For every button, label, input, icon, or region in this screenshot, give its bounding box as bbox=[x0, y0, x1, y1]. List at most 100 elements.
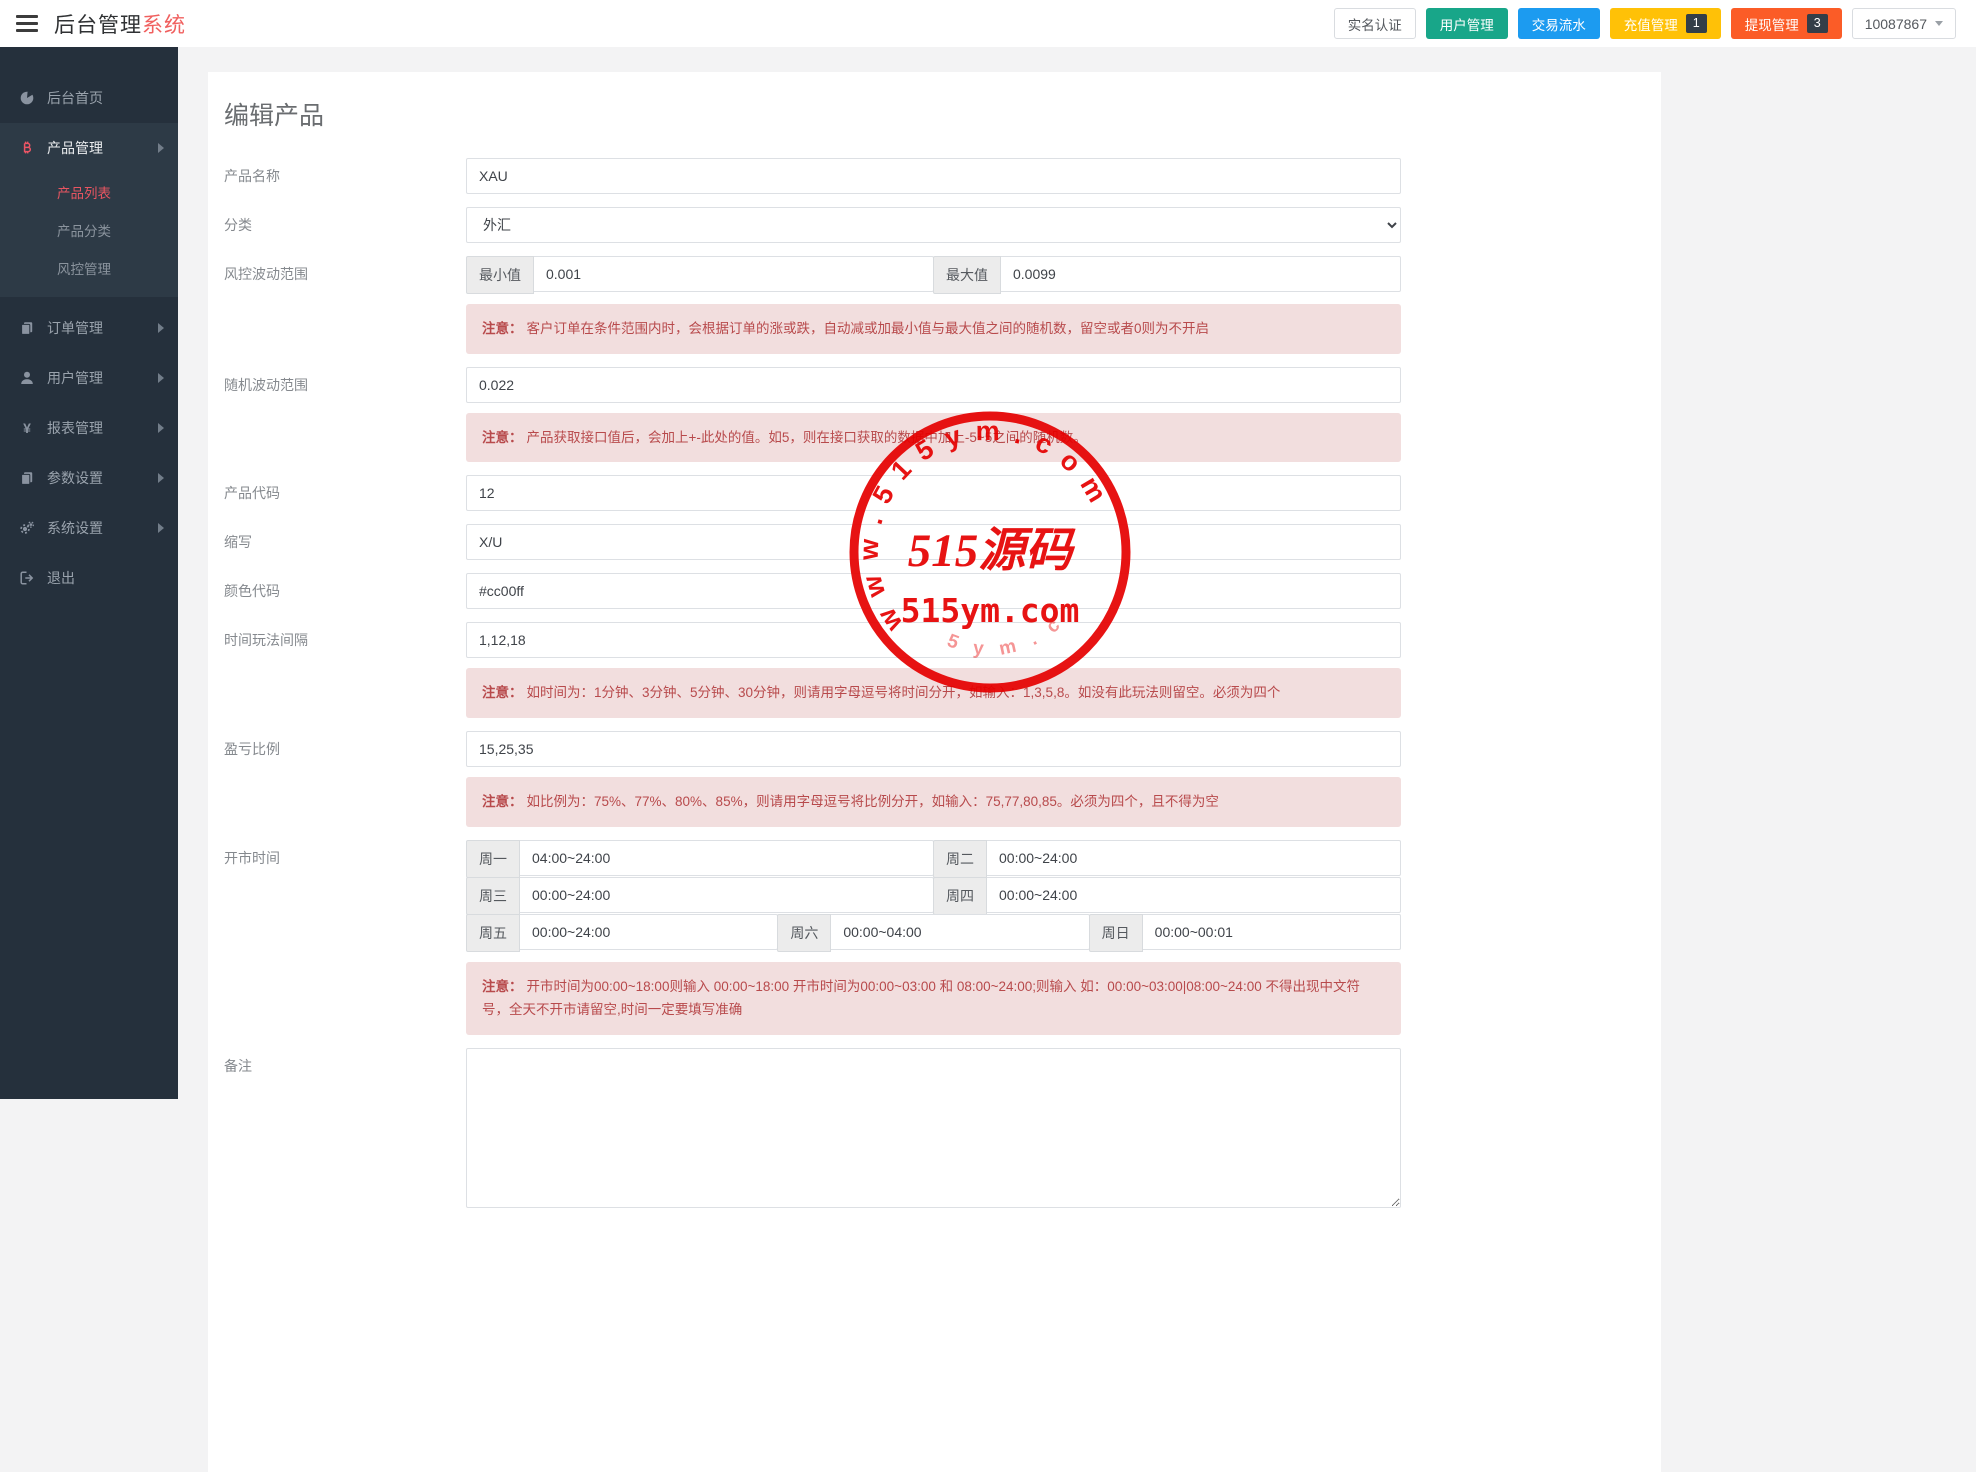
saturday-hours-input[interactable] bbox=[831, 914, 1089, 950]
risk-max-input[interactable] bbox=[1001, 256, 1401, 292]
note-prefix: 注意： bbox=[482, 321, 523, 336]
time-play-note: 注意： 如时间为：1分钟、3分钟、5分钟、30分钟，则请用字母逗号将时间分开，如输… bbox=[466, 668, 1401, 718]
note-text: 如时间为：1分钟、3分钟、5分钟、30分钟，则请用字母逗号将时间分开，如输入：1… bbox=[527, 685, 1281, 700]
profit-ratio-input[interactable] bbox=[466, 731, 1401, 767]
user-icon bbox=[19, 370, 35, 386]
risk-min-input[interactable] bbox=[534, 256, 934, 292]
form-row-color-code: 颜色代码 bbox=[224, 573, 1661, 609]
field-label: 缩写 bbox=[224, 524, 466, 560]
account-dropdown[interactable]: 10087867 bbox=[1852, 8, 1956, 39]
field-label: 时间玩法间隔 bbox=[224, 622, 466, 718]
recharge-manage-button[interactable]: 充值管理 1 bbox=[1610, 8, 1721, 39]
chevron-down-icon bbox=[1935, 21, 1943, 26]
profit-ratio-note: 注意： 如比例为：75%、77%、80%、85%，则请用字母逗号将比例分开，如输入… bbox=[466, 777, 1401, 827]
sidebar-item-label: 产品管理 bbox=[47, 138, 103, 158]
thursday-hours-input[interactable] bbox=[987, 877, 1401, 913]
form-row-random-range: 随机波动范围 注意：产品获取接口值后，会加上+-此处的值。如5，则在接口获取的数… bbox=[224, 367, 1661, 463]
random-range-input[interactable] bbox=[466, 367, 1401, 403]
sunday-hours-input[interactable] bbox=[1143, 914, 1401, 950]
max-addon: 最大值 bbox=[933, 256, 1001, 294]
product-code-input[interactable] bbox=[466, 475, 1401, 511]
orders-icon bbox=[19, 320, 35, 336]
form-row-abbr: 缩写 bbox=[224, 524, 1661, 560]
trade-flow-button[interactable]: 交易流水 bbox=[1518, 8, 1600, 39]
sidebar-item-system[interactable]: 系统设置 bbox=[0, 503, 178, 553]
day-addon-thursday: 周四 bbox=[933, 877, 987, 915]
sidebar-item-users[interactable]: 用户管理 bbox=[0, 353, 178, 403]
withdraw-manage-button[interactable]: 提现管理 3 bbox=[1731, 8, 1842, 39]
chevron-right-icon bbox=[158, 143, 164, 153]
sidebar-item-label: 报表管理 bbox=[47, 418, 103, 438]
user-manage-button[interactable]: 用户管理 bbox=[1426, 8, 1508, 39]
dashboard-icon bbox=[19, 90, 35, 106]
params-icon bbox=[19, 470, 35, 486]
chevron-right-icon bbox=[158, 423, 164, 433]
sidebar-item-label: 系统设置 bbox=[47, 518, 103, 538]
account-id: 10087867 bbox=[1865, 16, 1927, 32]
note-text: 客户订单在条件范围内时，会根据订单的涨或跌，自动减或加最小值与最大值之间的随机数… bbox=[527, 321, 1210, 336]
header-actions: 实名认证 用户管理 交易流水 充值管理 1 提现管理 3 10087867 bbox=[1334, 8, 1956, 39]
sidebar-item-label: 用户管理 bbox=[47, 368, 103, 388]
note-text: 如比例为：75%、77%、80%、85%，则请用字母逗号将比例分开，如输入：75… bbox=[527, 794, 1219, 809]
sidebar-item-orders[interactable]: 订单管理 bbox=[0, 303, 178, 353]
tuesday-hours-input[interactable] bbox=[987, 840, 1401, 876]
withdraw-label: 提现管理 bbox=[1745, 14, 1799, 34]
sidebar-item-products[interactable]: 产品管理 bbox=[0, 123, 178, 173]
note-prefix: 注意： bbox=[482, 685, 523, 700]
friday-hours-input[interactable] bbox=[520, 914, 778, 950]
monday-hours-input[interactable] bbox=[520, 840, 934, 876]
sidebar-item-product-list[interactable]: 产品列表 bbox=[0, 173, 178, 211]
color-code-input[interactable] bbox=[466, 573, 1401, 609]
field-label: 随机波动范围 bbox=[224, 367, 466, 463]
abbr-input[interactable] bbox=[466, 524, 1401, 560]
random-range-note: 注意：产品获取接口值后，会加上+-此处的值。如5，则在接口获取的数据中加上-5~… bbox=[466, 413, 1401, 463]
form-row-profit-ratio: 盈亏比例 注意：如比例为：75%、77%、80%、85%，则请用字母逗号将比例分… bbox=[224, 731, 1661, 827]
form-row-market-time: 开市时间 周一 周二 周三 bbox=[224, 840, 1661, 1035]
field-label: 开市时间 bbox=[224, 840, 466, 1035]
yen-icon: ¥ bbox=[19, 420, 35, 436]
sidebar-item-logout[interactable]: 退出 bbox=[0, 553, 178, 603]
day-addon-wednesday: 周三 bbox=[466, 877, 520, 915]
verify-button[interactable]: 实名认证 bbox=[1334, 8, 1416, 39]
product-name-input[interactable] bbox=[466, 158, 1401, 194]
sidebar-item-reports[interactable]: ¥ 报表管理 bbox=[0, 403, 178, 453]
sidebar-item-label: 参数设置 bbox=[47, 468, 103, 488]
sidebar-item-label: 订单管理 bbox=[47, 318, 103, 338]
sidebar-item-home[interactable]: 后台首页 bbox=[0, 73, 178, 123]
chevron-right-icon bbox=[158, 473, 164, 483]
sidebar-item-params[interactable]: 参数设置 bbox=[0, 453, 178, 503]
category-select[interactable]: 外汇 bbox=[466, 207, 1401, 243]
field-label: 备注 bbox=[224, 1048, 466, 1213]
menu-toggle-icon[interactable] bbox=[16, 15, 38, 32]
form-row-category: 分类 外汇 bbox=[224, 207, 1661, 243]
field-label: 分类 bbox=[224, 207, 466, 243]
wednesday-hours-input[interactable] bbox=[520, 877, 934, 913]
edit-product-card: 编辑产品 产品名称 分类 外汇 风控波动范围 最小值 bbox=[208, 72, 1661, 1472]
note-text: 产品获取接口值后，会加上+-此处的值。如5，则在接口获取的数据中加上-5~5之间… bbox=[527, 430, 1087, 445]
form-row-time-play: 时间玩法间隔 注意： 如时间为：1分钟、3分钟、5分钟、30分钟，则请用字母逗号将… bbox=[224, 622, 1661, 718]
time-play-input[interactable] bbox=[466, 622, 1401, 658]
field-label: 风控波动范围 bbox=[224, 256, 466, 354]
field-label: 颜色代码 bbox=[224, 573, 466, 609]
app-title: 后台管理系统 bbox=[54, 9, 186, 39]
day-addon-sunday: 周日 bbox=[1089, 914, 1143, 952]
sidebar-item-risk-mgmt[interactable]: 风控管理 bbox=[0, 249, 178, 287]
gears-icon bbox=[19, 520, 35, 536]
field-label: 产品名称 bbox=[224, 158, 466, 194]
day-addon-monday: 周一 bbox=[466, 840, 520, 878]
note-prefix: 注意： bbox=[482, 794, 523, 809]
sidebar-item-product-category[interactable]: 产品分类 bbox=[0, 211, 178, 249]
recharge-label: 充值管理 bbox=[1624, 14, 1678, 34]
svg-text:¥: ¥ bbox=[23, 420, 31, 436]
app-title-red: 系统 bbox=[142, 14, 186, 37]
remark-textarea[interactable] bbox=[466, 1048, 1401, 1208]
sidebar: 后台首页 产品管理 产品列表 产品分类 风控管理 订单管理 bbox=[0, 47, 178, 1099]
form-row-product-name: 产品名称 bbox=[224, 158, 1661, 194]
chevron-right-icon bbox=[158, 373, 164, 383]
risk-range-note: 注意： 客户订单在条件范围内时，会根据订单的涨或跌，自动减或加最小值与最大值之间的… bbox=[466, 304, 1401, 354]
sidebar-item-label: 退出 bbox=[47, 568, 75, 588]
bitcoin-icon bbox=[19, 140, 35, 156]
note-prefix: 注意： bbox=[482, 979, 523, 994]
app-title-dark: 后台管理 bbox=[54, 14, 142, 37]
main-content: 编辑产品 产品名称 分类 外汇 风控波动范围 最小值 bbox=[178, 47, 1976, 1099]
